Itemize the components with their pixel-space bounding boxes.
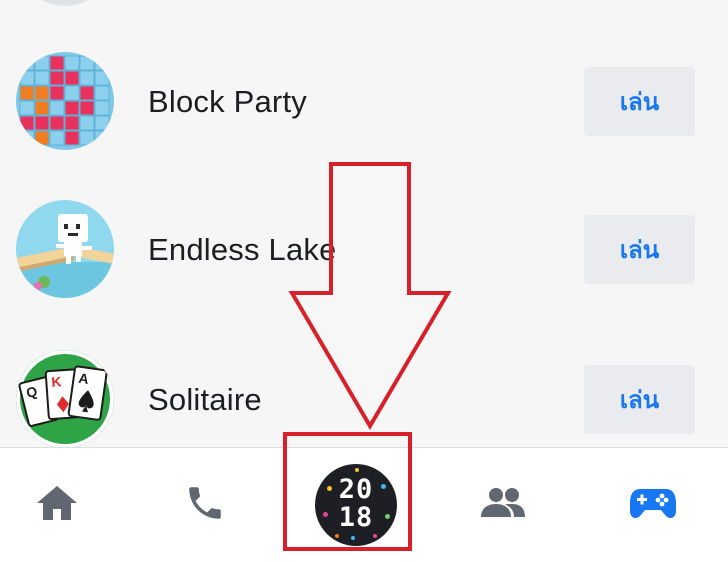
endless-lake-thumbnail xyxy=(16,200,114,298)
tab-calls[interactable] xyxy=(155,448,255,562)
tab-games[interactable] xyxy=(603,448,703,562)
tab-2018[interactable]: 20 18 xyxy=(306,448,406,562)
block-party-thumbnail xyxy=(16,52,114,150)
gamepad-icon xyxy=(628,483,678,528)
play-button-solitaire[interactable]: เล่น xyxy=(584,365,695,434)
game-title: Endless Lake xyxy=(148,232,337,267)
games-list: Block Party เล่น Endless Lake เล่น Q K A… xyxy=(0,0,728,447)
2018-badge-icon: 20 18 xyxy=(315,464,397,546)
badge-line-1: 20 xyxy=(338,474,374,505)
home-icon xyxy=(35,483,79,528)
phone-icon xyxy=(184,482,226,529)
solitaire-thumbnail: Q K A xyxy=(16,350,114,447)
badge-line-2: 18 xyxy=(338,502,374,533)
game-title: Block Party xyxy=(148,84,307,119)
svg-text:K: K xyxy=(51,373,62,390)
game-row-endless-lake[interactable]: Endless Lake เล่น xyxy=(0,200,728,300)
play-button-endless-lake[interactable]: เล่น xyxy=(584,215,695,284)
previous-game-thumbnail xyxy=(16,0,114,6)
bottom-tab-bar: 20 18 xyxy=(0,447,728,562)
play-button-block-party[interactable]: เล่น xyxy=(584,67,695,136)
people-icon xyxy=(478,483,528,528)
tab-people[interactable] xyxy=(453,448,553,562)
tab-home[interactable] xyxy=(7,448,107,562)
game-row-solitaire[interactable]: Q K A Solitaire เล่น xyxy=(0,350,728,447)
game-row-block-party[interactable]: Block Party เล่น xyxy=(0,52,728,152)
game-title: Solitaire xyxy=(148,382,262,417)
